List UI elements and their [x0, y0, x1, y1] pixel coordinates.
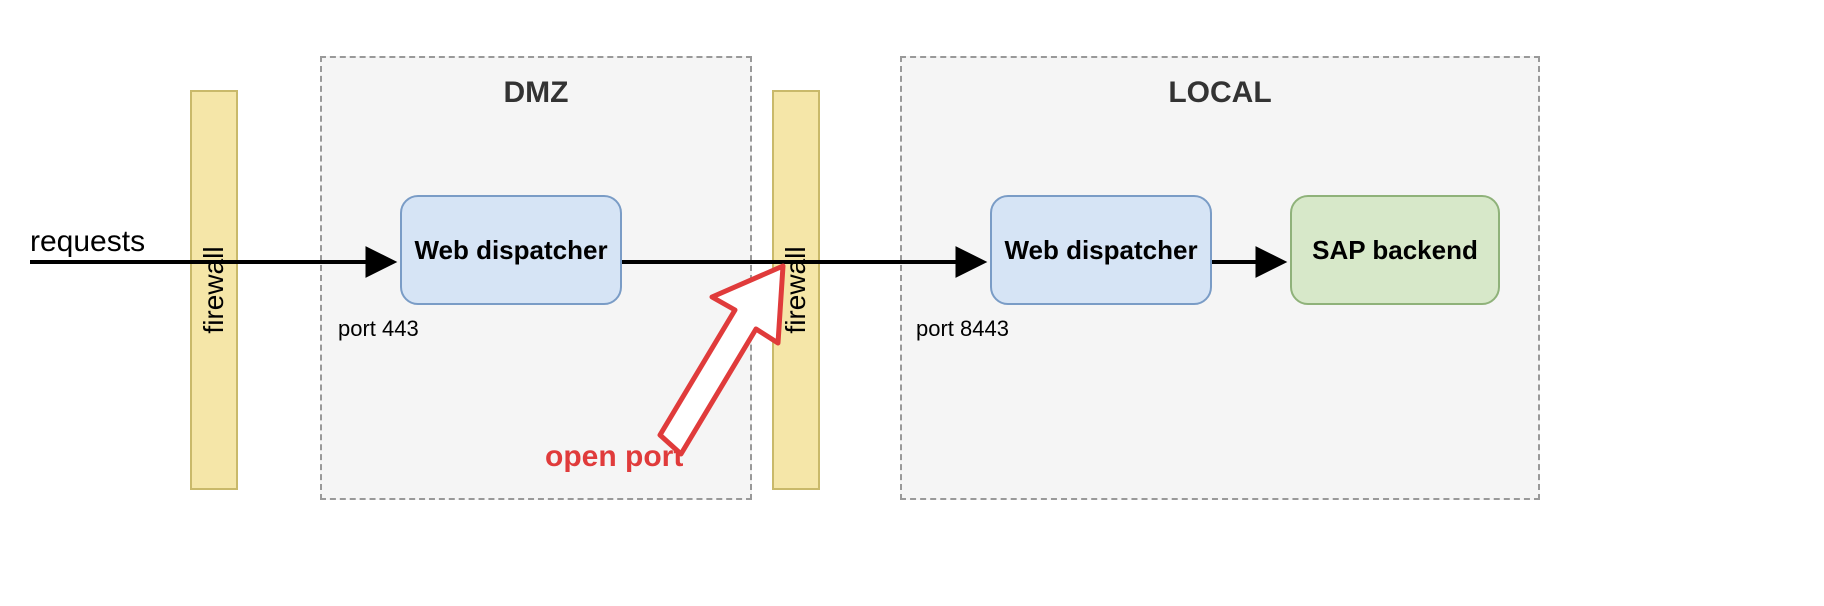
firewall-right-label: firewall	[780, 246, 812, 333]
node-web-dispatcher-dmz: Web dispatcher	[400, 195, 622, 305]
port-label-dmz: port 443	[338, 316, 419, 342]
open-port-annotation: open port	[545, 440, 683, 474]
node-sap-backend: SAP backend	[1290, 195, 1500, 305]
node-web-dispatcher-dmz-label: Web dispatcher	[414, 235, 607, 266]
node-web-dispatcher-local-label: Web dispatcher	[1004, 235, 1197, 266]
node-sap-backend-label: SAP backend	[1312, 235, 1478, 266]
port-label-local: port 8443	[916, 316, 1009, 342]
node-web-dispatcher-local: Web dispatcher	[990, 195, 1212, 305]
zone-dmz-title: DMZ	[322, 76, 750, 110]
firewall-right: firewall	[772, 90, 820, 490]
firewall-left: firewall	[190, 90, 238, 490]
zone-local-title: LOCAL	[902, 76, 1538, 110]
firewall-left-label: firewall	[198, 246, 230, 333]
requests-label: requests	[30, 225, 145, 259]
